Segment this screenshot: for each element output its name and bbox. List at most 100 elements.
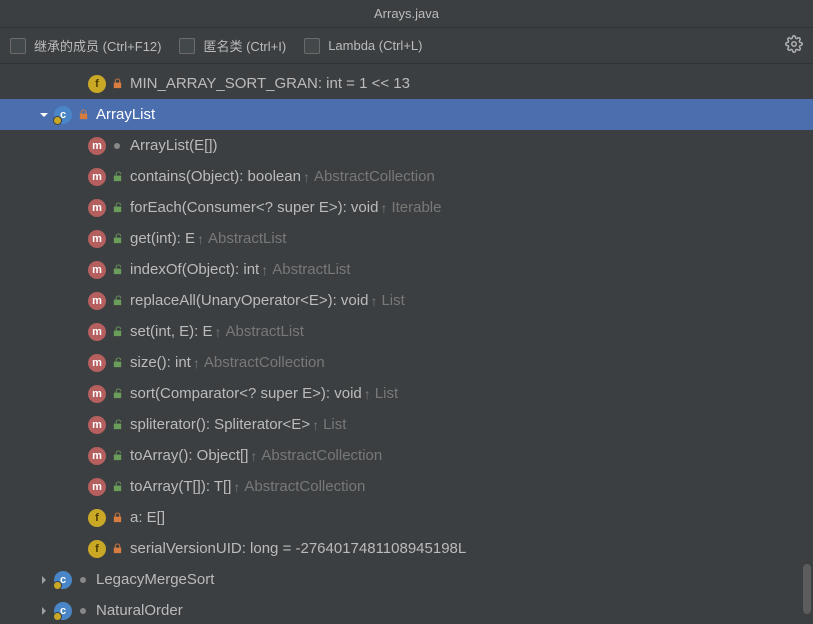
tree-row-method[interactable]: m forEach(Consumer<? super E>): void ↑It… bbox=[0, 192, 813, 223]
package-icon bbox=[76, 604, 90, 618]
override-up-icon: ↑ bbox=[197, 231, 204, 247]
class-icon: c bbox=[54, 106, 72, 124]
node-origin: AbstractCollection bbox=[314, 168, 435, 185]
chevron-right-icon[interactable] bbox=[36, 606, 52, 616]
tree-row-method[interactable]: m toArray(): Object[] ↑AbstractCollectio… bbox=[0, 440, 813, 471]
public-icon bbox=[110, 449, 124, 463]
public-icon bbox=[110, 294, 124, 308]
tree-row-class[interactable]: c LegacyMergeSort bbox=[0, 564, 813, 595]
method-icon: m bbox=[88, 292, 106, 310]
node-label: forEach(Consumer<? super E>): void bbox=[130, 199, 378, 216]
tree-row-field[interactable]: f a: E[] bbox=[0, 502, 813, 533]
node-label: sort(Comparator<? super E>): void bbox=[130, 385, 362, 402]
node-label: a: E[] bbox=[130, 509, 165, 526]
override-up-icon: ↑ bbox=[261, 262, 268, 278]
window-title: Arrays.java bbox=[374, 6, 439, 21]
tree-row-method[interactable]: m get(int): E ↑AbstractList bbox=[0, 223, 813, 254]
tree-row-method[interactable]: m replaceAll(UnaryOperator<E>): void ↑Li… bbox=[0, 285, 813, 316]
node-origin: AbstractList bbox=[226, 323, 304, 340]
tree-row-method[interactable]: m indexOf(Object): int ↑AbstractList bbox=[0, 254, 813, 285]
node-label: indexOf(Object): int bbox=[130, 261, 259, 278]
tree-row-class[interactable]: c NaturalOrder bbox=[0, 595, 813, 624]
node-label: contains(Object): boolean bbox=[130, 168, 301, 185]
toolbar: 继承的成员 (Ctrl+F12) 匿名类 (Ctrl+I) Lambda (Ct… bbox=[0, 28, 813, 64]
lock-icon bbox=[110, 511, 124, 525]
tree-row-method[interactable]: m sort(Comparator<? super E>): void ↑Lis… bbox=[0, 378, 813, 409]
override-up-icon: ↑ bbox=[250, 448, 257, 464]
override-up-icon: ↑ bbox=[193, 355, 200, 371]
node-label: size(): int bbox=[130, 354, 191, 371]
node-label: replaceAll(UnaryOperator<E>): void bbox=[130, 292, 368, 309]
tree-row-class-selected[interactable]: c ArrayList bbox=[0, 99, 813, 130]
public-icon bbox=[110, 480, 124, 494]
override-up-icon: ↑ bbox=[215, 324, 222, 340]
method-icon: m bbox=[88, 261, 106, 279]
public-icon bbox=[110, 232, 124, 246]
package-icon bbox=[76, 573, 90, 587]
node-origin: List bbox=[323, 416, 346, 433]
inherited-label: 继承的成员 (Ctrl+F12) bbox=[34, 36, 161, 55]
node-label: NaturalOrder bbox=[96, 602, 183, 619]
node-label: get(int): E bbox=[130, 230, 195, 247]
method-icon: m bbox=[88, 478, 106, 496]
node-origin: List bbox=[375, 385, 398, 402]
class-icon: c bbox=[54, 571, 72, 589]
override-up-icon: ↑ bbox=[312, 417, 319, 433]
checkbox-box bbox=[304, 38, 320, 54]
node-origin: Iterable bbox=[391, 199, 441, 216]
tree-row-method[interactable]: m size(): int ↑AbstractCollection bbox=[0, 347, 813, 378]
node-label: MIN_ARRAY_SORT_GRAN: int = 1 << 13 bbox=[130, 75, 410, 92]
method-icon: m bbox=[88, 323, 106, 341]
checkbox-box bbox=[10, 38, 26, 54]
tree-row-method[interactable]: m spliterator(): Spliterator<E> ↑List bbox=[0, 409, 813, 440]
tree-row-method[interactable]: m set(int, E): E ↑AbstractList bbox=[0, 316, 813, 347]
node-origin: List bbox=[381, 292, 404, 309]
method-icon: m bbox=[88, 168, 106, 186]
package-icon bbox=[110, 139, 124, 153]
public-icon bbox=[110, 263, 124, 277]
public-icon bbox=[110, 325, 124, 339]
node-label: toArray(T[]): T[] bbox=[130, 478, 231, 495]
chevron-right-icon[interactable] bbox=[36, 575, 52, 585]
method-icon: m bbox=[88, 447, 106, 465]
public-icon bbox=[110, 418, 124, 432]
scrollbar-thumb[interactable] bbox=[803, 564, 811, 614]
override-up-icon: ↑ bbox=[364, 386, 371, 402]
tree-row-method[interactable]: m contains(Object): boolean ↑AbstractCol… bbox=[0, 161, 813, 192]
node-origin: AbstractCollection bbox=[261, 447, 382, 464]
method-icon: m bbox=[88, 416, 106, 434]
lock-icon bbox=[76, 108, 90, 122]
tree-row-field[interactable]: f MIN_ARRAY_SORT_GRAN: int = 1 << 13 bbox=[0, 68, 813, 99]
node-label: serialVersionUID: long = -27640174811089… bbox=[130, 540, 466, 557]
chevron-down-icon[interactable] bbox=[36, 110, 52, 120]
override-up-icon: ↑ bbox=[370, 293, 377, 309]
override-up-icon: ↑ bbox=[303, 169, 310, 185]
inherited-checkbox[interactable]: 继承的成员 (Ctrl+F12) bbox=[10, 36, 161, 55]
structure-tree[interactable]: f MIN_ARRAY_SORT_GRAN: int = 1 << 13 c A… bbox=[0, 64, 813, 624]
method-icon: m bbox=[88, 199, 106, 217]
title-bar: Arrays.java bbox=[0, 0, 813, 28]
lambda-label: Lambda (Ctrl+L) bbox=[328, 38, 422, 53]
node-label: spliterator(): Spliterator<E> bbox=[130, 416, 310, 433]
tree-row-constructor[interactable]: m ArrayList(E[]) bbox=[0, 130, 813, 161]
tree-row-method[interactable]: m toArray(T[]): T[] ↑AbstractCollection bbox=[0, 471, 813, 502]
node-origin: AbstractList bbox=[208, 230, 286, 247]
method-icon: m bbox=[88, 354, 106, 372]
anonymous-checkbox[interactable]: 匿名类 (Ctrl+I) bbox=[179, 36, 286, 55]
lock-icon bbox=[110, 542, 124, 556]
public-icon bbox=[110, 170, 124, 184]
anonymous-label: 匿名类 (Ctrl+I) bbox=[203, 36, 286, 55]
node-label: toArray(): Object[] bbox=[130, 447, 248, 464]
node-label: ArrayList(E[]) bbox=[130, 137, 218, 154]
checkbox-box bbox=[179, 38, 195, 54]
node-label: ArrayList bbox=[96, 106, 155, 123]
field-icon: f bbox=[88, 75, 106, 93]
gear-icon[interactable] bbox=[785, 35, 803, 56]
override-up-icon: ↑ bbox=[233, 479, 240, 495]
scrollbar[interactable] bbox=[801, 64, 813, 624]
class-icon: c bbox=[54, 602, 72, 620]
tree-row-field[interactable]: f serialVersionUID: long = -276401748110… bbox=[0, 533, 813, 564]
method-icon: m bbox=[88, 137, 106, 155]
lambda-checkbox[interactable]: Lambda (Ctrl+L) bbox=[304, 38, 422, 54]
node-origin: AbstractCollection bbox=[244, 478, 365, 495]
